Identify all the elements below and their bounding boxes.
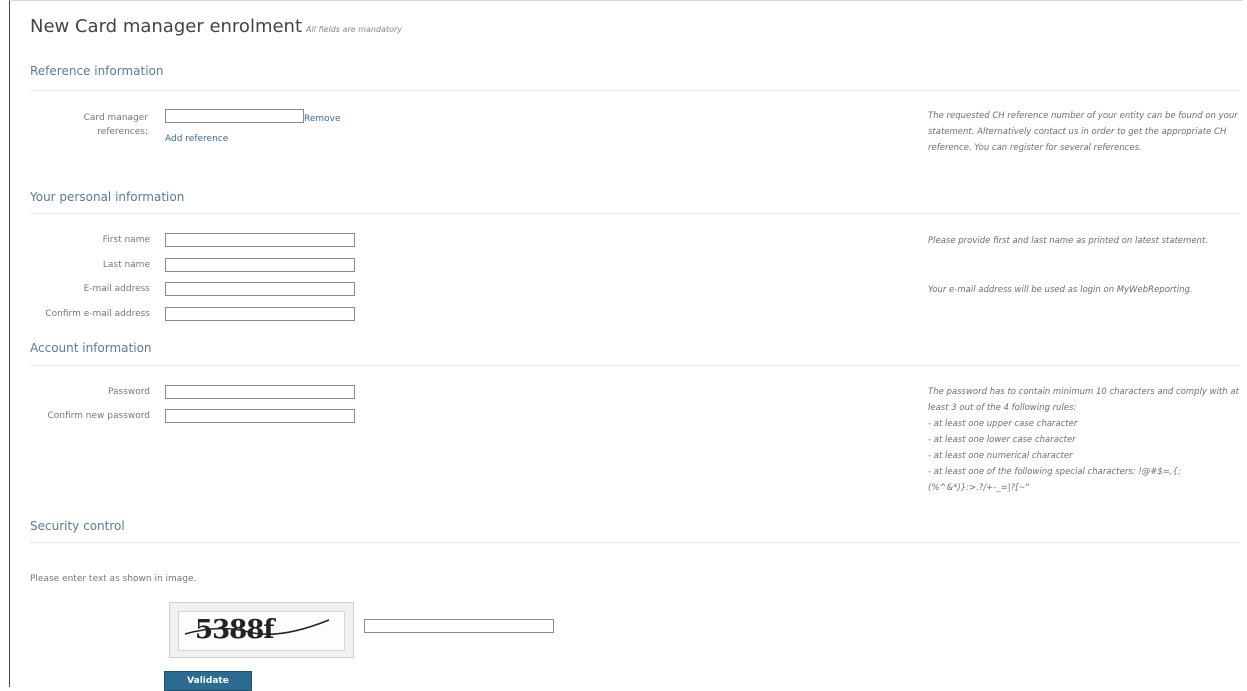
reference-help-text: The requested CH reference number of you…	[928, 111, 1238, 153]
captcha-image: 5388f	[178, 611, 345, 651]
divider	[30, 542, 1240, 543]
email-field[interactable]	[165, 282, 355, 296]
password-rules-help: The password has to contain minimum 10 c…	[928, 384, 1240, 496]
card-manager-references-label: Card manager references:	[83, 113, 148, 137]
confirm-email-field[interactable]	[165, 307, 355, 321]
mandatory-note: All fields are mandatory	[306, 25, 403, 34]
page-title: New Card manager enrolment All fields are…	[30, 16, 402, 37]
section-heading-personal: Your personal information	[30, 190, 185, 204]
confirm-password-label: Confirm new password	[47, 411, 150, 421]
captcha-answer-field[interactable]	[364, 619, 554, 633]
page-title-text: New Card manager enrolment	[30, 16, 303, 37]
first-name-label: First name	[102, 235, 150, 245]
email-label: E-mail address	[83, 284, 150, 294]
last-name-label: Last name	[102, 260, 150, 270]
email-help-text: Your e-mail address will be used as logi…	[928, 285, 1193, 295]
remove-reference-link[interactable]: Remove	[304, 114, 341, 124]
divider	[30, 90, 1240, 91]
first-name-field[interactable]	[165, 233, 355, 247]
password-label: Password	[107, 387, 150, 397]
confirm-password-field[interactable]	[165, 409, 355, 423]
divider	[30, 365, 1240, 366]
password-rule: - at least one upper case character	[928, 419, 1078, 429]
password-rule: - at least one lower case character	[928, 435, 1076, 445]
password-rule: - at least one numerical character	[928, 451, 1073, 461]
card-manager-reference-input[interactable]	[165, 109, 304, 123]
captcha-container: 5388f	[169, 602, 354, 658]
add-reference-link[interactable]: Add reference	[165, 134, 228, 144]
section-heading-account: Account information	[30, 341, 152, 355]
section-heading-security: Security control	[30, 519, 125, 533]
password-help-intro: The password has to contain minimum 10 c…	[928, 387, 1239, 413]
captcha-instruction: Please enter text as shown in image.	[30, 574, 197, 584]
divider	[30, 213, 1240, 214]
confirm-email-label: Confirm e-mail address	[45, 309, 150, 319]
password-rule: - at least one of the following special …	[928, 467, 1181, 493]
last-name-field[interactable]	[165, 258, 355, 272]
section-heading-reference: Reference information	[30, 64, 164, 78]
captcha-text: 5388f	[195, 615, 275, 645]
password-field[interactable]	[165, 385, 355, 399]
name-help-text: Please provide first and last name as pr…	[928, 236, 1209, 246]
validate-button[interactable]: Validate	[164, 671, 252, 691]
